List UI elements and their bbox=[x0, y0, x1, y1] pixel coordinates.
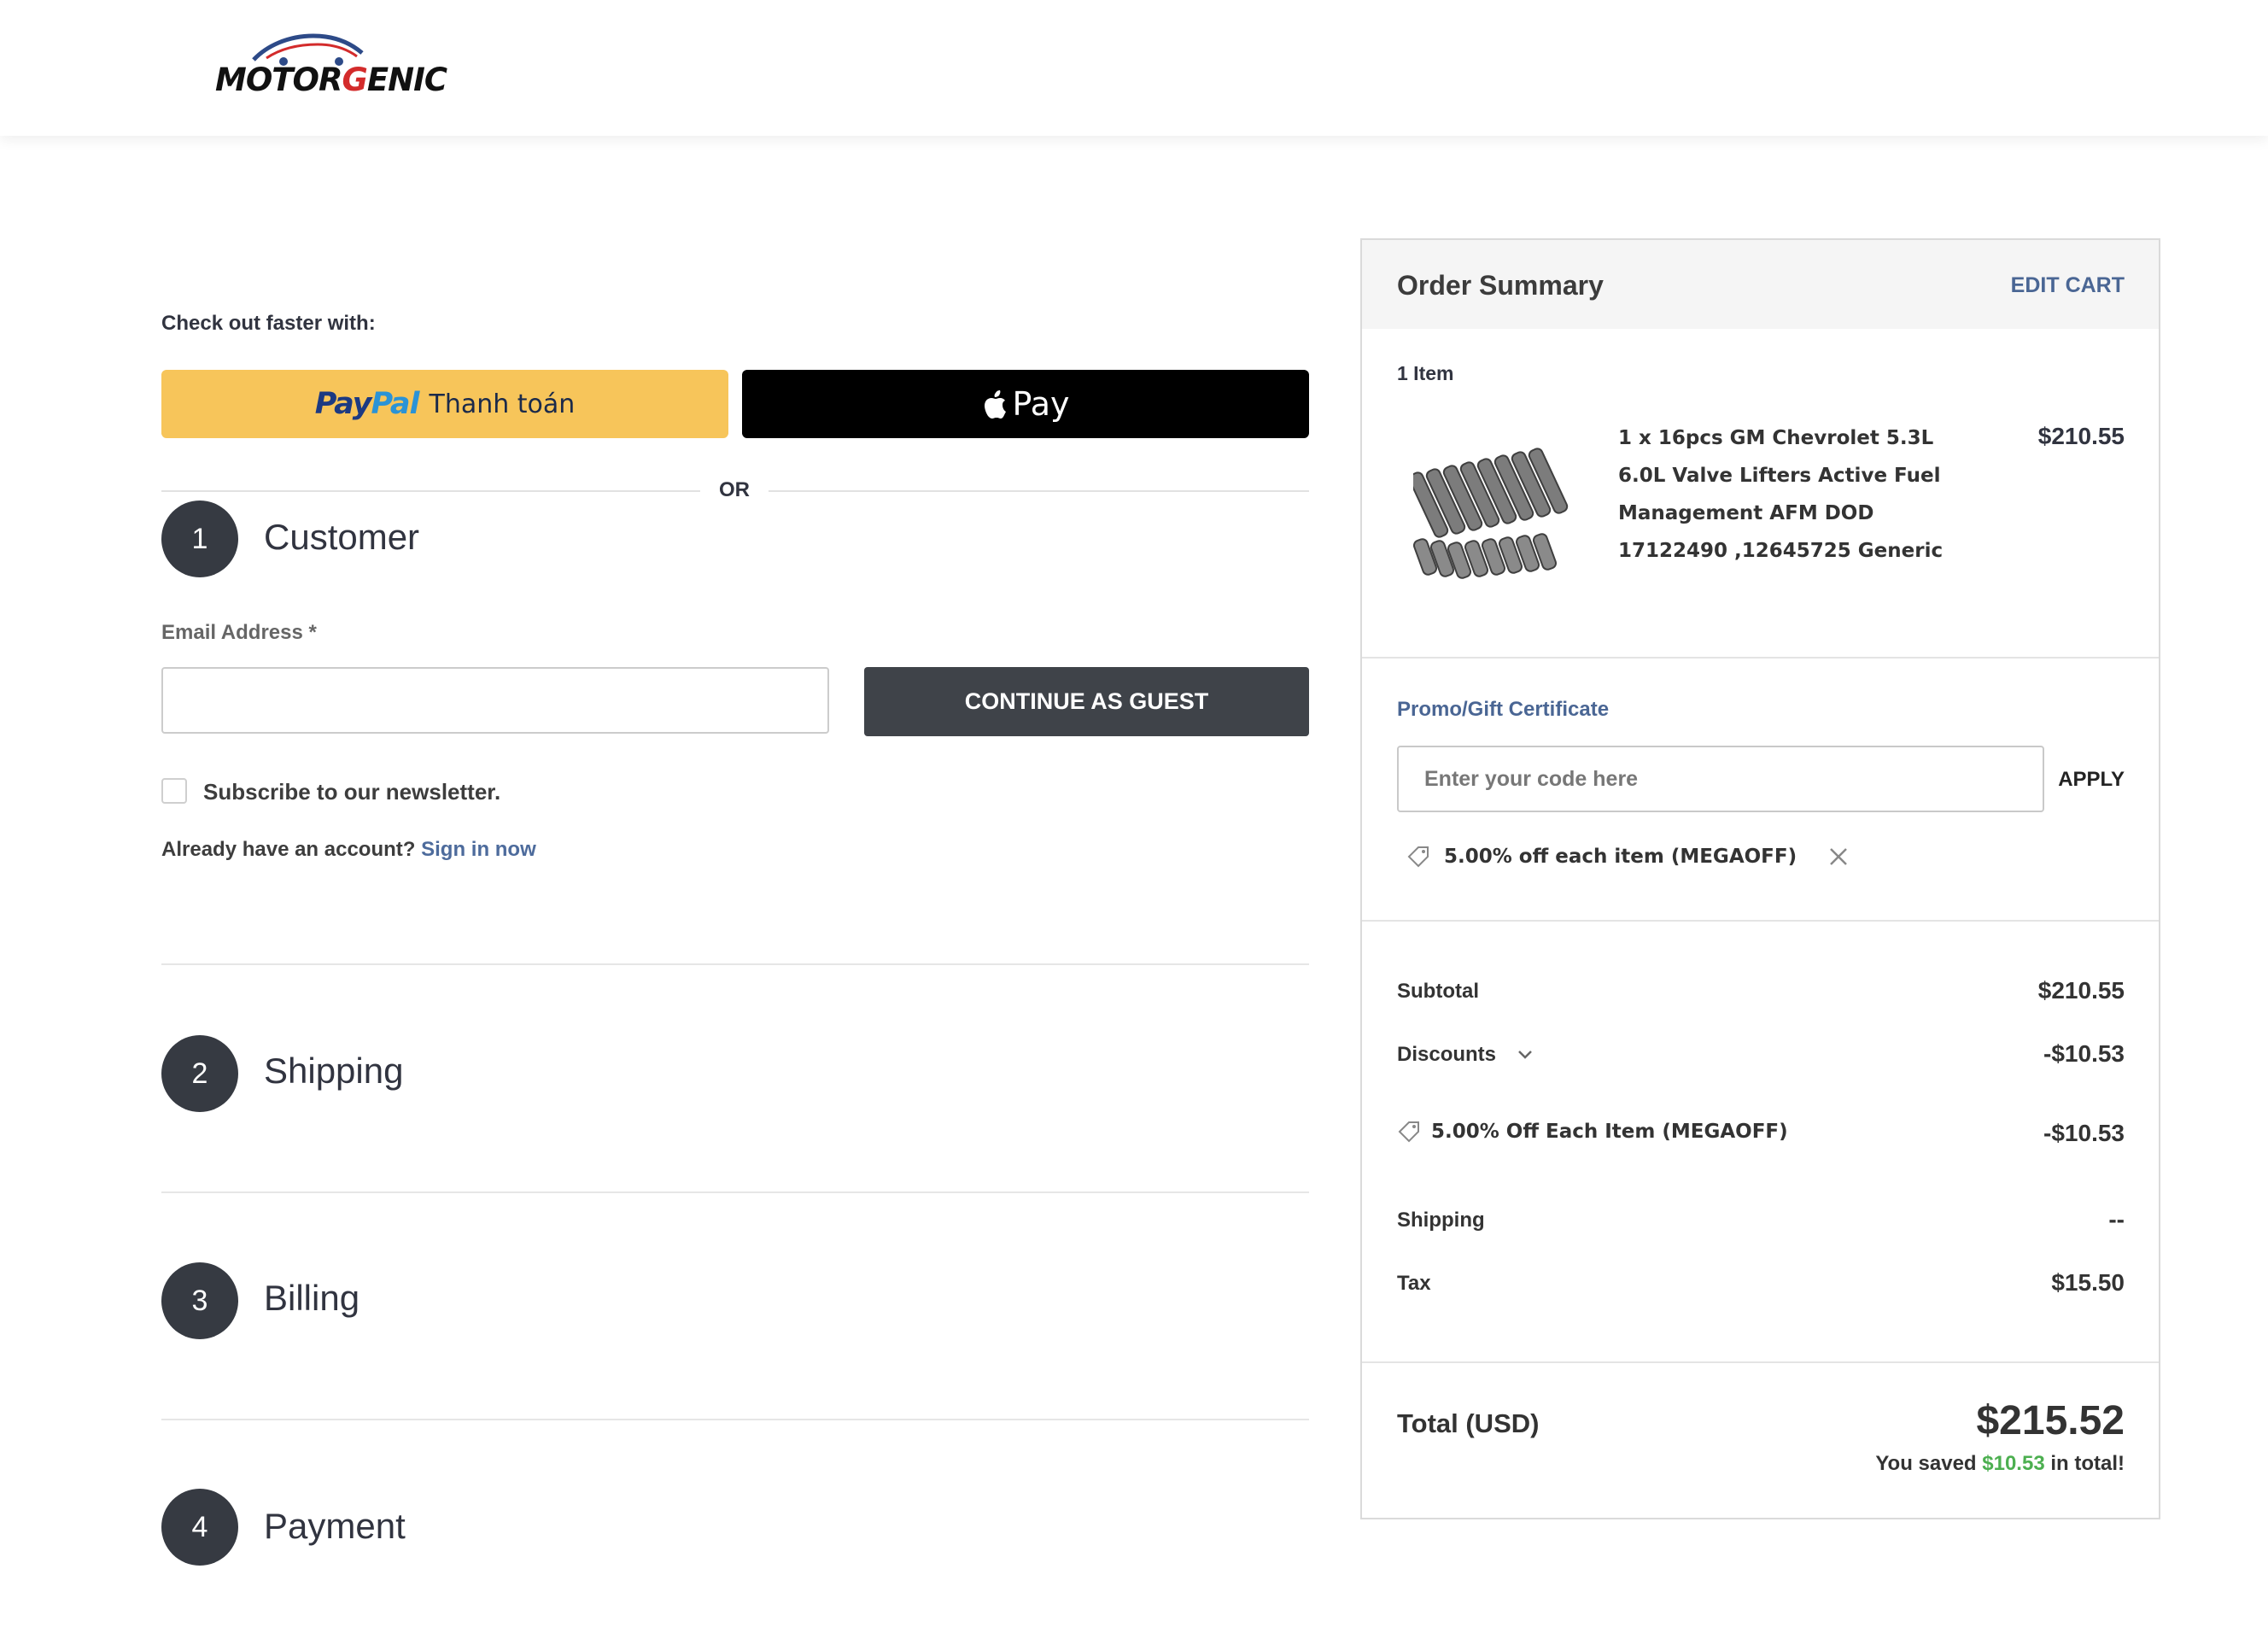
motorgenic-logo[interactable]: MOTORGENIC bbox=[215, 24, 447, 101]
step-3-badge: 3 bbox=[161, 1262, 238, 1339]
step-payment-title[interactable]: Payment bbox=[264, 1506, 406, 1547]
applied-coupon-label: 5.00% off each item (MEGAOFF) bbox=[1444, 846, 1797, 868]
discount-item-value: -$10.53 bbox=[2043, 1120, 2125, 1146]
apple-icon bbox=[984, 390, 1006, 419]
email-field[interactable] bbox=[161, 667, 829, 734]
shipping-value: -- bbox=[2108, 1206, 2125, 1232]
summary-divider bbox=[1362, 657, 2159, 659]
section-divider bbox=[161, 1419, 1309, 1420]
promo-code-input[interactable] bbox=[1397, 746, 2044, 812]
tag-icon bbox=[1407, 846, 1429, 868]
account-prompt: Already have an account? Sign in now bbox=[161, 838, 536, 862]
total-value: $215.52 bbox=[1976, 1398, 2125, 1443]
step-billing-title[interactable]: Billing bbox=[264, 1278, 359, 1319]
paypal-button-label: Thanh toán bbox=[429, 389, 576, 419]
savings-amount: $10.53 bbox=[1982, 1452, 2045, 1475]
discount-line-item: 5.00% Off Each Item (MEGAOFF) bbox=[1397, 1120, 1788, 1144]
discounts-toggle[interactable]: Discounts bbox=[1397, 1043, 1534, 1067]
subtotal-value: $210.55 bbox=[2037, 977, 2125, 1004]
product-image bbox=[1413, 448, 1569, 579]
account-prompt-text: Already have an account? bbox=[161, 838, 416, 861]
apple-pay-button[interactable]: Pay bbox=[742, 370, 1309, 438]
product-name: 1 x 16pcs GM Chevrolet 5.3L 6.0L Valve L… bbox=[1618, 427, 1944, 562]
shipping-label: Shipping bbox=[1397, 1209, 1485, 1232]
email-label: Email Address * bbox=[161, 621, 317, 644]
order-summary-header: Order Summary EDIT CART bbox=[1362, 240, 2159, 329]
discounts-label: Discounts bbox=[1397, 1043, 1497, 1066]
checkout-faster-label: Check out faster with: bbox=[161, 312, 376, 335]
sign-in-link[interactable]: Sign in now bbox=[421, 838, 536, 861]
discounts-value: -$10.53 bbox=[2043, 1040, 2125, 1067]
item-count: 1 Item bbox=[1397, 362, 1454, 384]
paypal-logo: PayPal bbox=[314, 387, 420, 421]
paypal-button[interactable]: PayPal Thanh toán bbox=[161, 370, 728, 438]
newsletter-label[interactable]: Subscribe to our newsletter. bbox=[203, 779, 500, 805]
step-customer-title: Customer bbox=[264, 517, 420, 557]
chevron-down-icon bbox=[1518, 1051, 1532, 1059]
section-divider bbox=[161, 963, 1309, 965]
savings-prefix: You saved bbox=[1875, 1452, 1977, 1475]
summary-divider bbox=[1362, 920, 2159, 922]
order-summary-panel: Order Summary EDIT CART 1 Item 1 x 16pcs… bbox=[1360, 238, 2160, 1519]
subtotal-label: Subtotal bbox=[1397, 980, 1479, 1003]
order-summary-title: Order Summary bbox=[1397, 270, 1604, 301]
applied-coupon: 5.00% off each item (MEGAOFF) bbox=[1406, 845, 1850, 869]
edit-cart-link[interactable]: EDIT CART bbox=[2011, 273, 2125, 298]
savings-suffix: in total! bbox=[2050, 1452, 2125, 1475]
promo-label[interactable]: Promo/Gift Certificate bbox=[1397, 698, 1609, 722]
logo-text: MOTORGENIC bbox=[215, 61, 447, 98]
summary-divider bbox=[1362, 1361, 2159, 1363]
tax-value: $15.50 bbox=[2051, 1269, 2125, 1296]
newsletter-checkbox[interactable] bbox=[161, 778, 187, 804]
section-divider bbox=[161, 1191, 1309, 1193]
step-2-badge: 2 bbox=[161, 1035, 238, 1112]
savings-note: You saved $10.53 in total! bbox=[1875, 1452, 2125, 1476]
site-header: MOTORGENIC bbox=[0, 0, 2268, 136]
tag-icon bbox=[1398, 1121, 1419, 1143]
remove-coupon-icon[interactable] bbox=[1827, 846, 1850, 868]
step-4-badge: 4 bbox=[161, 1489, 238, 1566]
apply-button[interactable]: APPLY bbox=[2058, 768, 2125, 792]
tax-label: Tax bbox=[1397, 1272, 1431, 1295]
total-label: Total (USD) bbox=[1397, 1408, 1540, 1438]
continue-as-guest-button[interactable]: CONTINUE AS GUEST bbox=[864, 667, 1309, 736]
or-label: OR bbox=[700, 478, 769, 502]
step-1-badge: 1 bbox=[161, 501, 238, 577]
step-shipping-title[interactable]: Shipping bbox=[264, 1051, 403, 1092]
discount-item-label: 5.00% Off Each Item (MEGAOFF) bbox=[1431, 1121, 1788, 1143]
product-price: $210.55 bbox=[2037, 423, 2125, 449]
apple-pay-label: Pay bbox=[1012, 385, 1070, 423]
